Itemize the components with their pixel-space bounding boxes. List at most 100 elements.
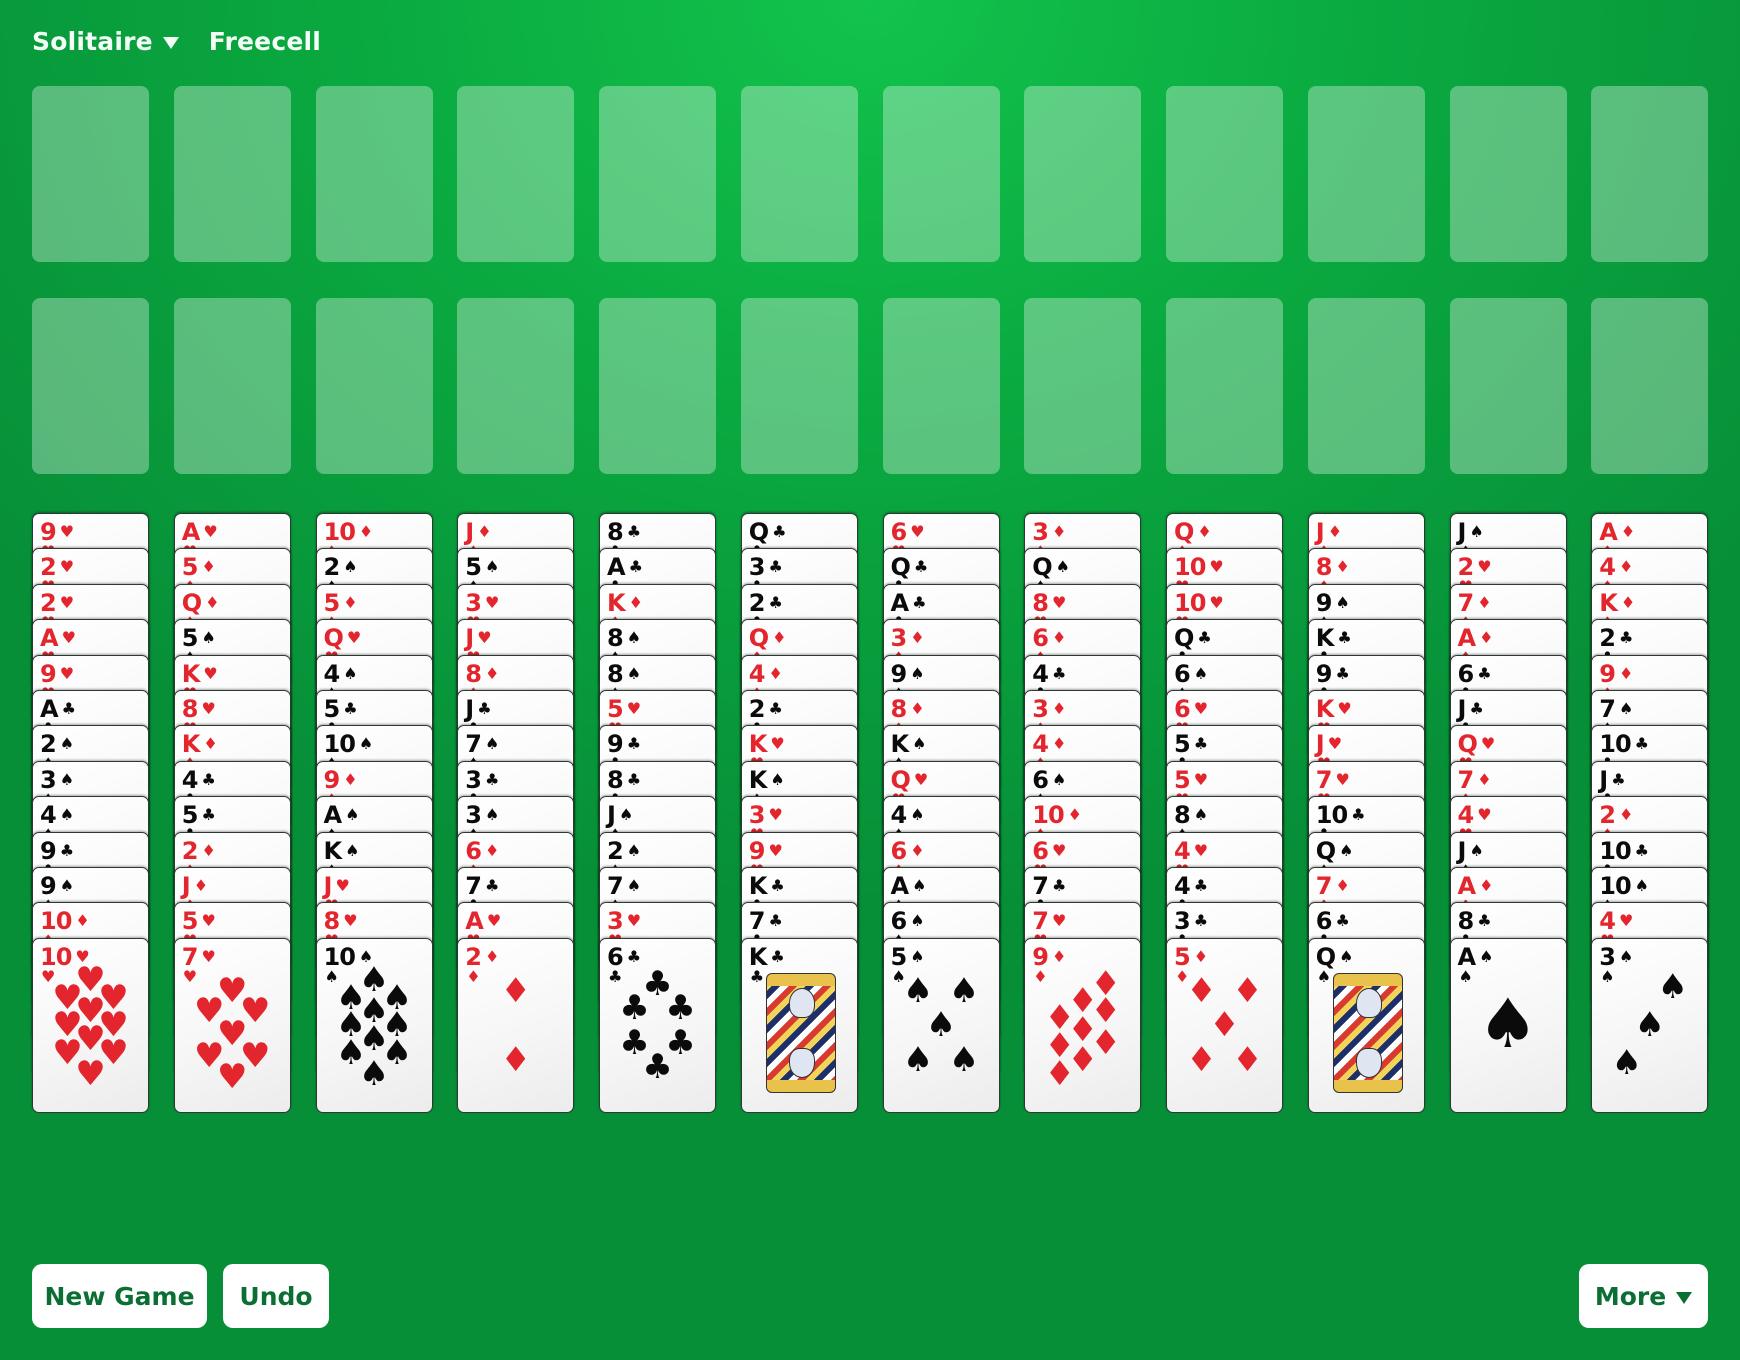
clubs-icon: ♣ xyxy=(61,699,76,718)
clubs-icon: ♣ xyxy=(59,840,74,860)
hearts-icon: ♥ xyxy=(59,557,74,577)
diamonds-icon: ♦ xyxy=(910,840,924,860)
foundation-slot[interactable] xyxy=(173,298,291,474)
playing-card[interactable]: 6 ♣ ♣ ♣ ♣ ♣ ♣ ♣ ♣ xyxy=(599,937,716,1113)
hearts-icon: ♥ xyxy=(1335,769,1349,789)
spades-icon: ♠ xyxy=(1335,592,1349,612)
spades-icon: ♠ xyxy=(910,911,924,931)
spades-icon: ♠ xyxy=(1193,805,1208,825)
clubs-icon: ♣ xyxy=(608,966,623,986)
freecell-slot[interactable] xyxy=(599,86,716,262)
hearts-icon: ♥ xyxy=(768,805,782,825)
clubs-icon: ♣ xyxy=(770,876,784,895)
foundation-slot[interactable] xyxy=(32,298,149,474)
face-figure-head xyxy=(788,1047,815,1078)
new-game-button[interactable]: New Game xyxy=(32,1264,207,1328)
spades-icon: ♠ xyxy=(626,876,641,895)
spades-pip-icon: ♠ xyxy=(1611,1043,1642,1084)
playing-card[interactable]: 5 ♠ ♠ ♠ ♠ ♠ ♠ ♠ xyxy=(882,937,1000,1113)
playing-card[interactable]: 7 ♥ ♥ ♥ ♥ ♥ ♥ ♥ ♥ ♥ xyxy=(173,937,291,1113)
diamonds-pip-icon: ♦ xyxy=(500,970,531,1011)
diamonds-icon: ♦ xyxy=(466,966,481,986)
undo-button[interactable]: Undo xyxy=(223,1264,329,1328)
freecell-slot[interactable] xyxy=(32,86,149,262)
diamonds-icon: ♦ xyxy=(1051,699,1066,718)
foundation-slot[interactable] xyxy=(882,298,1000,474)
foundation-slot[interactable] xyxy=(1166,298,1283,474)
hearts-icon: ♥ xyxy=(484,592,499,612)
playing-card[interactable]: A ♠ ♠ ♠ xyxy=(1449,937,1567,1113)
diamonds-icon: ♦ xyxy=(628,592,643,612)
diamonds-icon: ♦ xyxy=(1335,557,1349,577)
freecell-slot[interactable] xyxy=(1449,86,1567,262)
spades-icon: ♠ xyxy=(484,557,499,577)
face-figure-head xyxy=(1355,987,1382,1018)
clubs-icon: ♣ xyxy=(1193,876,1208,895)
freecell-slot[interactable] xyxy=(173,86,291,262)
foundation-slot[interactable] xyxy=(1024,298,1142,474)
hearts-icon: ♥ xyxy=(1193,840,1208,860)
spades-icon: ♠ xyxy=(1055,557,1070,577)
clubs-icon: ♣ xyxy=(768,592,782,612)
solitaire-menu[interactable]: Solitaire xyxy=(32,27,179,56)
foundation-slot[interactable] xyxy=(740,298,858,474)
diamonds-icon: ♦ xyxy=(484,840,499,860)
spades-icon: ♠ xyxy=(910,663,924,683)
spades-icon: ♠ xyxy=(59,734,74,754)
spades-icon: ♠ xyxy=(201,628,215,648)
freecell-slot[interactable] xyxy=(740,86,858,262)
spades-pip-icon: ♠ xyxy=(1657,967,1688,1008)
more-button[interactable]: More xyxy=(1579,1264,1708,1328)
spades-icon: ♠ xyxy=(1339,946,1353,966)
playing-card[interactable]: 5 ♦ ♦ ♦ ♦ ♦ ♦ ♦ xyxy=(1166,937,1283,1113)
spades-icon: ♠ xyxy=(1600,966,1615,986)
hearts-icon: ♥ xyxy=(1193,769,1208,789)
spades-icon: ♠ xyxy=(343,557,357,577)
spades-pip-icon: ♠ xyxy=(948,970,980,1011)
foundation-slot[interactable] xyxy=(1591,298,1709,474)
freecell-slot[interactable] xyxy=(1024,86,1142,262)
playing-card[interactable]: Q♠♠ xyxy=(1307,937,1425,1113)
freecell-slot[interactable] xyxy=(457,86,575,262)
playing-card[interactable]: 10 ♥ ♥ ♥ ♥ ♥ ♥ ♥ ♥ ♥ ♥ ♥ ♥ xyxy=(32,937,149,1113)
freecell-slot[interactable] xyxy=(1307,86,1425,262)
clubs-icon: ♣ xyxy=(1351,805,1365,825)
clubs-icon: ♣ xyxy=(1193,911,1208,931)
diamonds-icon: ♦ xyxy=(1197,522,1211,541)
foundation-slot[interactable] xyxy=(1307,298,1425,474)
clubs-icon: ♣ xyxy=(1477,663,1491,683)
playing-card[interactable]: K♣♣ xyxy=(740,937,858,1113)
spades-icon: ♠ xyxy=(912,734,926,754)
freecell-slot[interactable] xyxy=(1166,86,1283,262)
freecell-link[interactable]: Freecell xyxy=(209,27,321,56)
foundation-slot[interactable] xyxy=(457,298,575,474)
more-label: More xyxy=(1594,1281,1667,1311)
hearts-icon: ♥ xyxy=(59,522,74,541)
spades-pip-icon: ♠ xyxy=(902,1039,934,1080)
playing-card[interactable]: 10 ♠ ♠ ♠ ♠ ♠ ♠ ♠ ♠ ♠ ♠ ♠ ♠ xyxy=(315,937,433,1113)
clubs-icon: ♣ xyxy=(484,769,499,789)
spades-icon: ♠ xyxy=(1634,876,1649,895)
spades-icon: ♠ xyxy=(910,946,924,966)
foundation-slot[interactable] xyxy=(315,298,433,474)
spades-icon: ♠ xyxy=(59,805,74,825)
hearts-icon: ♥ xyxy=(626,699,641,718)
spades-icon: ♠ xyxy=(912,876,926,895)
playing-card[interactable]: 2 ♦ ♦ ♦ ♦ xyxy=(457,937,575,1113)
hearts-icon: ♥ xyxy=(1209,592,1223,612)
spades-icon: ♠ xyxy=(358,734,373,754)
playing-card[interactable]: 9 ♦ ♦ ♦ ♦ ♦ ♦ ♦ ♦ ♦ ♦ ♦ xyxy=(1024,937,1142,1113)
playing-card[interactable]: 3 ♠ ♠ ♠ ♠ ♠ xyxy=(1591,937,1709,1113)
foundation-slot[interactable] xyxy=(599,298,716,474)
foundation-slot[interactable] xyxy=(1449,298,1567,474)
spades-icon: ♠ xyxy=(1479,946,1493,966)
spades-icon: ♠ xyxy=(1339,840,1353,860)
freecell-slot[interactable] xyxy=(882,86,1000,262)
spades-icon: ♠ xyxy=(484,805,499,825)
freecell-slot[interactable] xyxy=(1591,86,1709,262)
spades-pip-icon: ♠ xyxy=(925,1005,957,1046)
freecell-slot[interactable] xyxy=(315,86,433,262)
clubs-icon: ♣ xyxy=(201,769,215,789)
hearts-pip-icon: ♥ xyxy=(217,1057,248,1098)
spades-pip-icon: ♠ xyxy=(902,970,934,1011)
